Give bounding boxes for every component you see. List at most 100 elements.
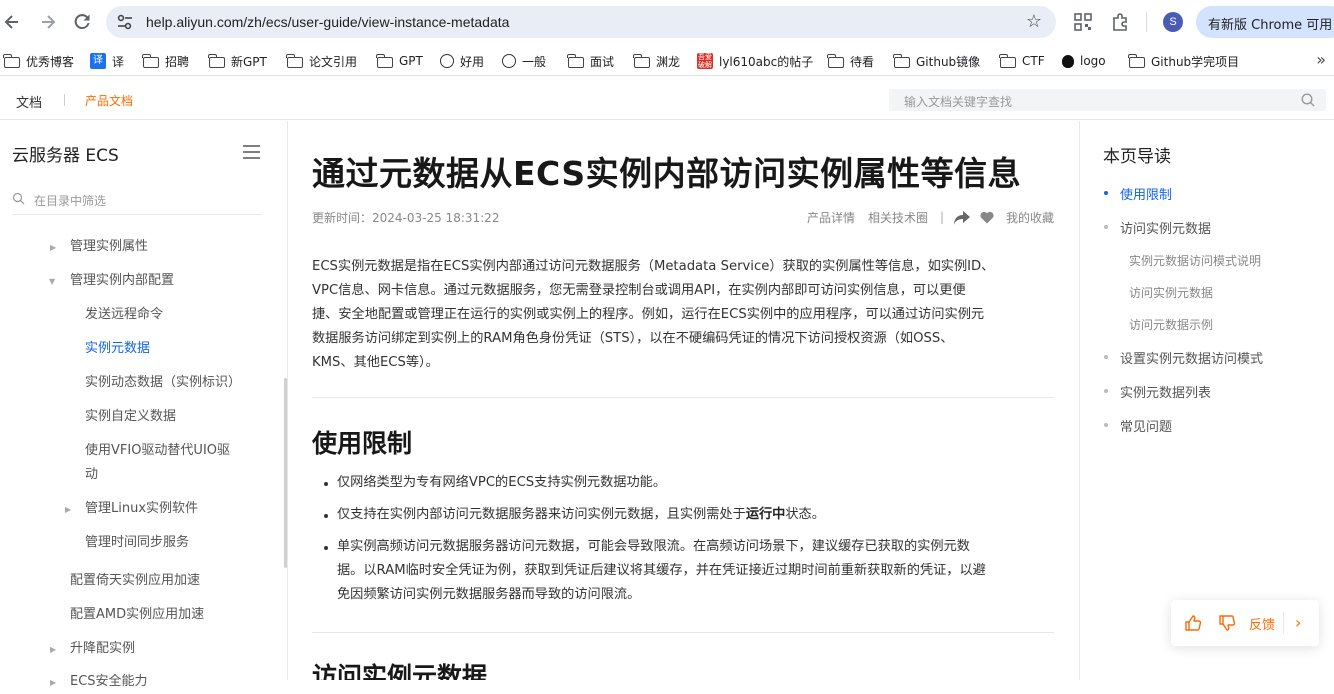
site-settings-icon[interactable] [116,13,134,31]
menu-icon[interactable] [243,145,260,159]
bookmark-item[interactable]: 新GPT [208,52,267,70]
section-heading-limits: 使用限制 [312,429,413,458]
docs-link[interactable]: 文档 [16,92,42,111]
chevron-right-icon[interactable]: › [1295,613,1301,632]
toc-item[interactable]: 实例动态数据（实例标识） [85,371,241,395]
toc-item[interactable]: 发送远程命令 [85,303,163,327]
address-bar[interactable]: help.aliyun.com/zh/ecs/user-guide/view-i… [106,6,1056,38]
openai-icon [502,54,516,68]
bookmark-item[interactable]: 渊龙 [633,52,680,70]
bookmark-item[interactable]: 译译 [90,52,124,70]
toc-item[interactable]: ECS安全能力 [70,670,148,694]
toc-item[interactable]: 配置AMD实例应用加速 [70,603,204,627]
toc-item[interactable]: 实例自定义数据 [85,405,176,429]
list-item: 仅支持在实例内部访问元数据服务器来访问实例元数据，且实例需处于运行中状态。 [312,503,1054,527]
page-nav-item-active[interactable]: 使用限制 [1120,184,1172,203]
toc-item[interactable]: 管理时间同步服务 [85,531,189,555]
page-nav-item[interactable]: 实例元数据列表 [1120,382,1211,401]
url-text[interactable]: help.aliyun.com/zh/ecs/user-guide/view-i… [146,14,509,30]
header-divider [64,94,65,106]
bookmark-item[interactable]: GPT [376,52,423,70]
updated-time: 更新时间：2024-03-25 18:31:22 [312,211,500,225]
search-icon [12,192,25,205]
related-tech-link[interactable]: 相关技术圈 [868,209,928,226]
bookmark-item[interactable]: Github镜像 [893,52,980,70]
page-nav-subitem[interactable]: 访问实例元数据 [1129,284,1213,301]
caret-right-icon[interactable]: ▶ [50,243,56,252]
chrome-update-button[interactable]: 有新版 Chrome 可用 [1196,6,1334,38]
list-item: 单实例高频访问元数据服务器访问元数据，可能会导致限流。在高频访问场景下，建议缓存… [312,535,1054,607]
back-icon[interactable] [0,10,24,34]
forward-icon[interactable] [36,10,60,34]
page-nav-item[interactable]: 访问实例元数据 [1120,218,1211,237]
heart-icon[interactable] [980,211,994,224]
on-this-page-nav: 本页导读 使用限制 访问实例元数据 实例元数据访问模式说明 访问实例元数据 访问… [1079,121,1334,680]
page-nav-item[interactable]: 设置实例元数据访问模式 [1120,348,1263,367]
list-item-line: 据。以RAM临时安全凭证为例，获取到凭证后建议将其缓存，并在凭证接近过期时间前重… [337,563,986,578]
qr-code-icon[interactable] [1073,12,1093,32]
feedback-button[interactable]: 反馈 [1249,614,1275,633]
bookmark-item[interactable]: 招聘 [142,52,189,70]
bookmark-item[interactable]: 一般 [502,52,546,70]
toc-item-wrap[interactable]: 动 [85,463,98,487]
feedback-divider [1283,612,1284,634]
bookmark-item[interactable]: 好用 [440,52,484,70]
bookmark-star-icon[interactable]: ☆ [1026,11,1042,32]
intro-line: VPC信息、网卡信息。通过元数据服务，您无需登录控制台或调用API，在实例内部即… [312,283,966,298]
section-divider [312,632,1054,633]
limits-list: 仅网络类型为专有网络VPC的ECS支持实例元数据功能。 仅支持在实例内部访问元数… [312,471,1054,615]
list-item-text: 状态。 [785,507,825,522]
toc-filter-input[interactable]: 在目录中筛选 [12,187,262,215]
apple-icon [1062,54,1074,68]
share-icon[interactable] [953,210,971,226]
toc-item[interactable]: 升降配实例 [70,637,135,661]
site-header: 文档 产品文档 输入文档关键字查找 [0,80,1334,120]
search-icon[interactable] [1300,92,1316,108]
folder-icon [3,54,20,68]
intro-line: 捷、安全地配置或管理正在运行的实例或实例上的程序。例如，运行在ECS实例中的应用… [312,307,985,322]
toc-item[interactable]: 使用VFIO驱动替代UIO驱 [85,439,230,463]
product-details-link[interactable]: 产品详情 [807,209,855,226]
openai-icon [440,54,454,68]
bookmark-item[interactable]: Github学完项目 [1128,52,1239,70]
thumbs-down-icon[interactable] [1218,614,1236,632]
section-heading-access: 访问实例元数据 [312,662,488,680]
toc-item[interactable]: 管理实例内部配置 [70,269,174,293]
toc-item-active[interactable]: 实例元数据 [85,337,150,361]
caret-right-icon[interactable]: ▶ [50,645,56,654]
my-favorites-link[interactable]: 我的收藏 [1006,209,1054,226]
profile-avatar[interactable]: S [1163,12,1183,32]
sidebar-scrollbar[interactable] [284,378,287,568]
bookmark-item[interactable]: 面试 [567,52,614,70]
bookmark-item[interactable]: 待看 [827,52,874,70]
caret-right-icon[interactable]: ▶ [50,678,56,687]
list-item-line: 免因频繁访问实例元数据服务器而导致的访问限流。 [337,587,641,602]
toc-item[interactable]: 配置倚天实例应用加速 [70,569,200,593]
more-bookmarks-icon[interactable]: » [1316,50,1326,69]
caret-down-icon[interactable]: ▼ [49,277,55,286]
doc-search-input[interactable]: 输入文档关键字查找 [889,89,1326,111]
toc-item[interactable]: 管理实例属性 [70,235,148,259]
bookmark-item[interactable]: 论文引用 [286,52,357,70]
reload-icon[interactable] [70,10,94,34]
caret-right-icon[interactable]: ▶ [65,505,71,514]
intro-line: KMS、其他ECS等）。 [312,355,439,370]
nav-dot [1104,355,1108,359]
bookmark-item[interactable]: logo [1062,52,1106,70]
page-nav-subitem[interactable]: 访问元数据示例 [1129,316,1213,333]
page-nav-subitem[interactable]: 实例元数据访问模式说明 [1129,252,1261,269]
product-docs-link[interactable]: 产品文档 [85,92,133,109]
bookmark-item[interactable]: 吾爱 破解 lyl610abc的帖子 [697,52,813,70]
intro-paragraph: ECS实例元数据是指在ECS实例内部通过访问元数据服务（Metadata Ser… [312,255,1054,375]
on-this-page-title: 本页导读 [1103,147,1171,167]
list-item-text: 仅支持在实例内部访问元数据服务器来访问实例元数据，且实例需处于 [337,507,746,522]
extensions-icon[interactable] [1110,12,1130,32]
folder-icon [208,54,225,68]
thumbs-up-icon[interactable] [1184,614,1202,632]
sidebar-title: 云服务器 ECS [12,146,119,166]
page-nav-item[interactable]: 常见问题 [1120,416,1172,435]
toc-item[interactable]: 管理Linux实例软件 [85,497,198,521]
folder-icon [1128,54,1145,68]
bookmark-item[interactable]: 优秀博客 [3,52,74,70]
bookmark-item[interactable]: CTF [999,52,1045,70]
